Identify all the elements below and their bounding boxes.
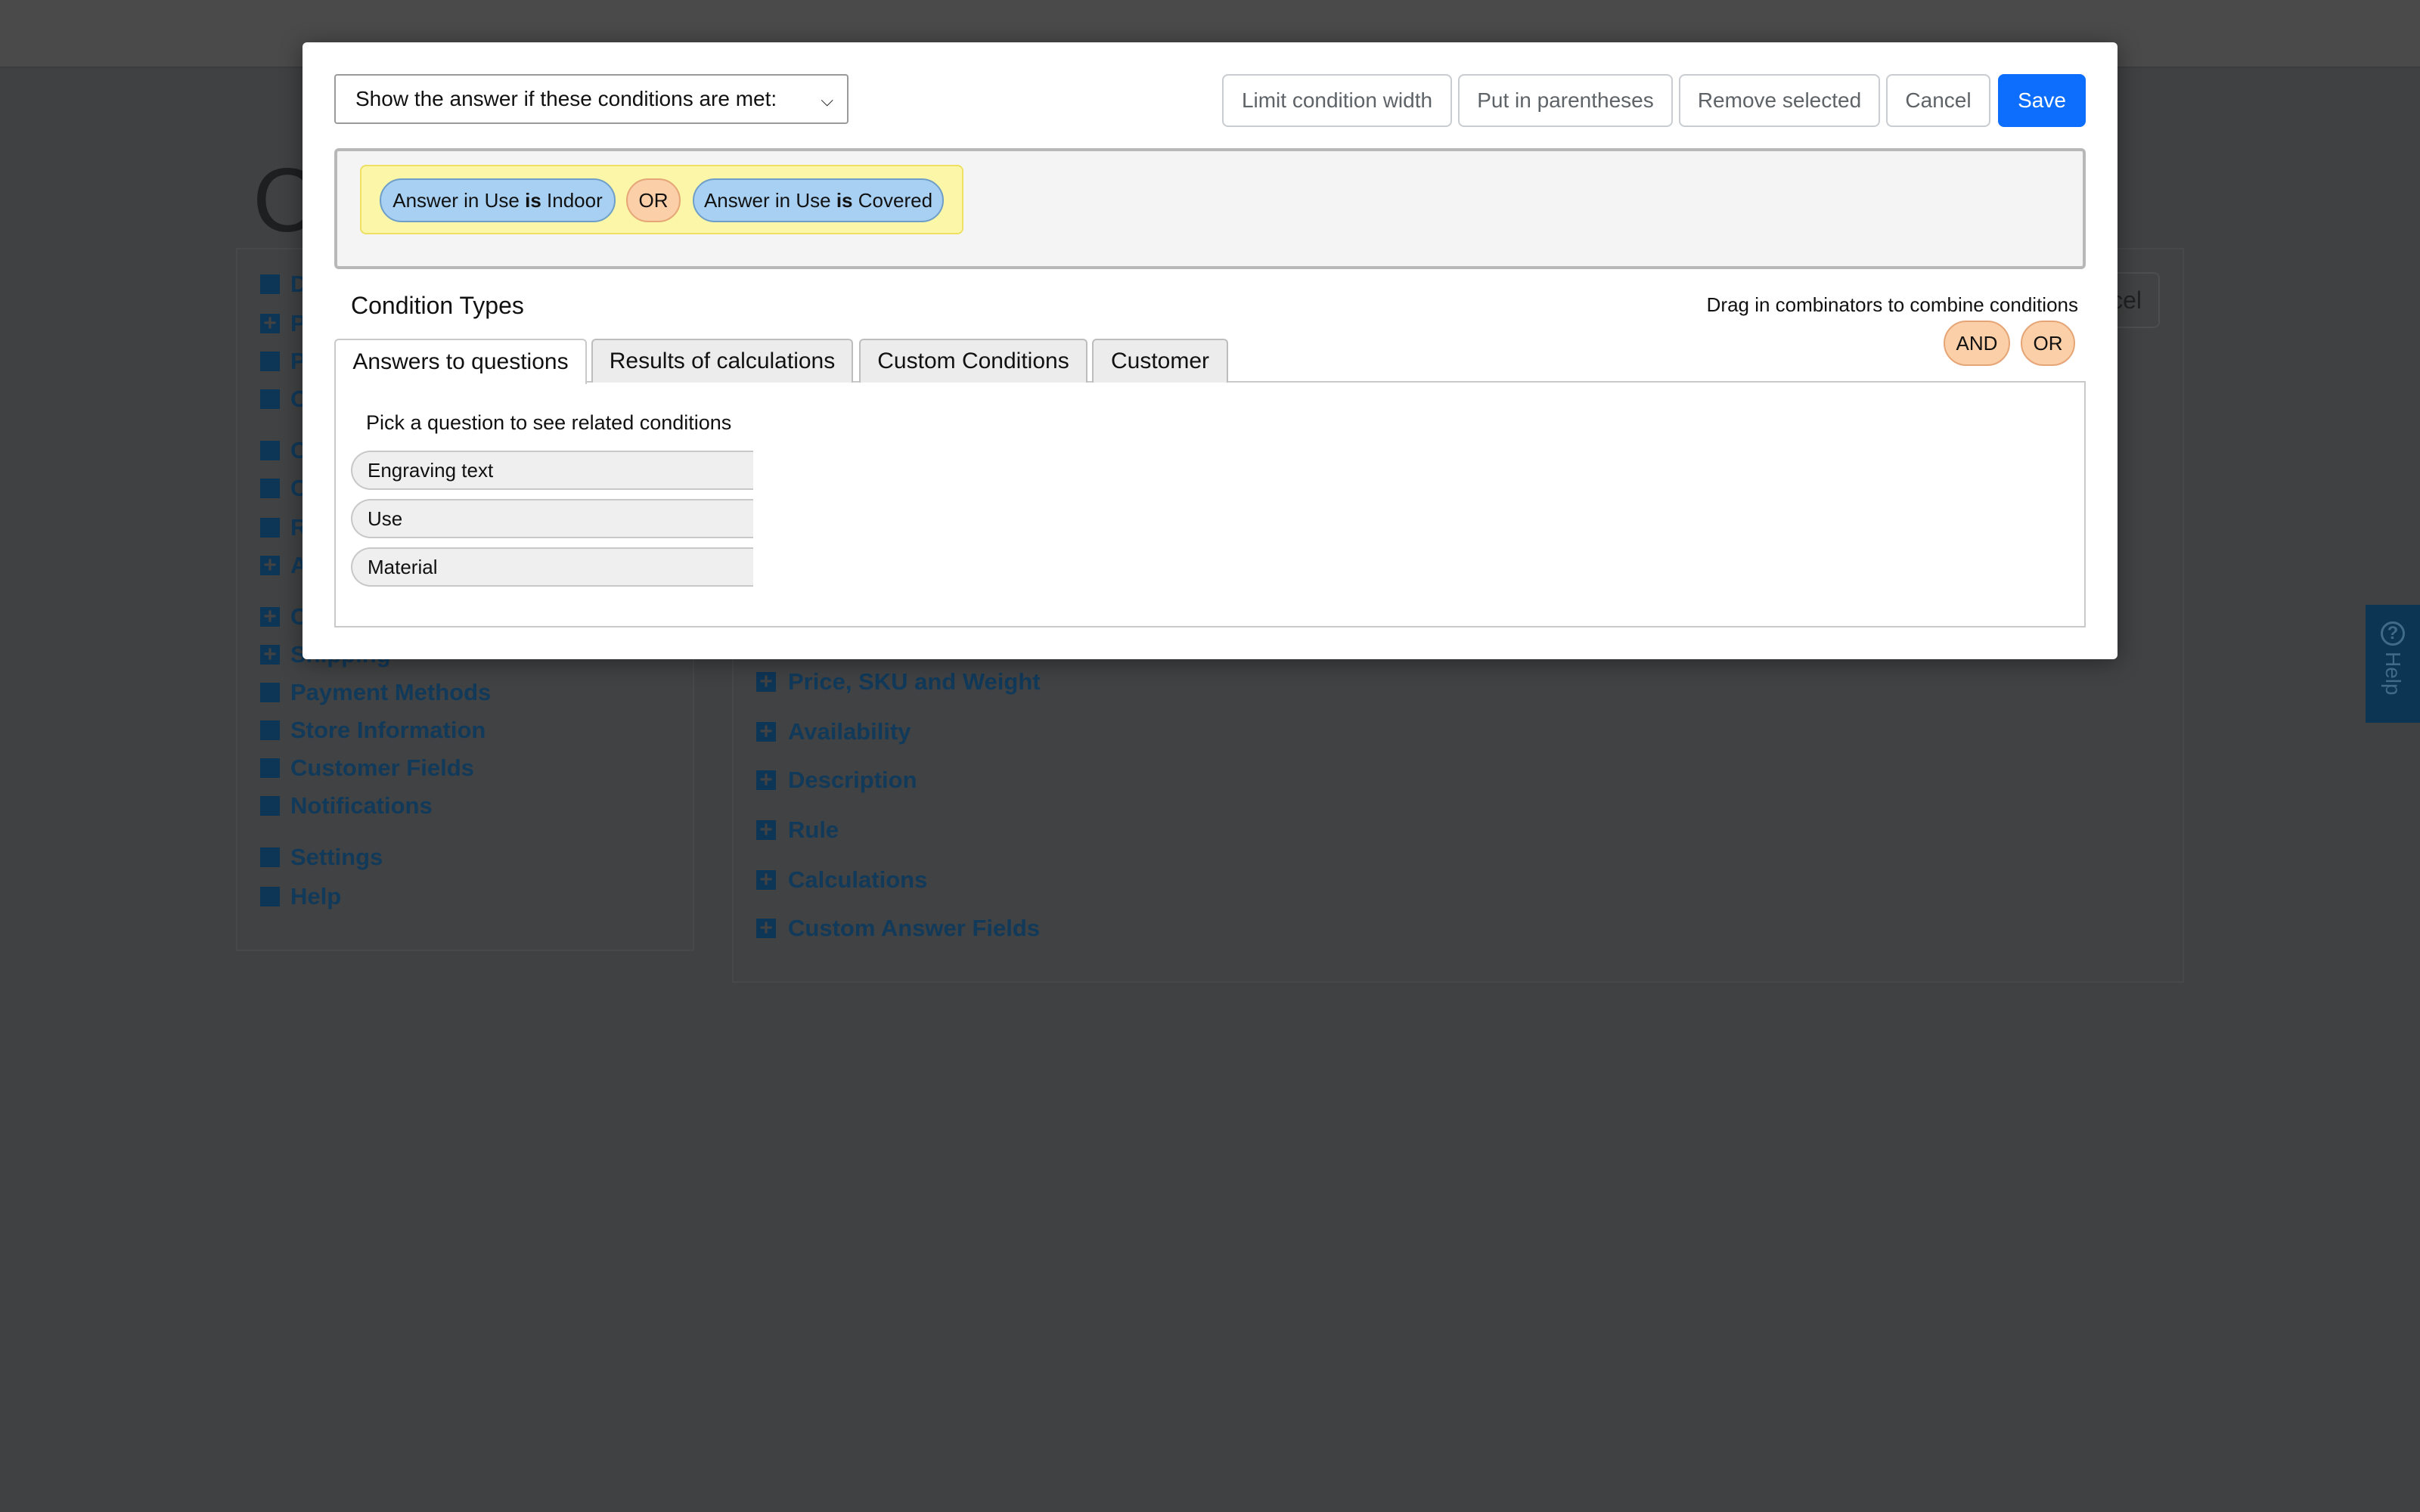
tab-customer[interactable]: Customer (1092, 339, 1228, 383)
condition-group[interactable]: Answer in Use is Indoor OR Answer in Use… (360, 165, 963, 234)
condition-types-title: Condition Types (351, 292, 524, 319)
question-circle-icon: ? (2381, 621, 2405, 646)
square-icon (260, 683, 280, 702)
plus-icon: + (260, 554, 280, 577)
tab-custom-conditions[interactable]: Custom Conditions (859, 339, 1087, 383)
plus-icon: + (756, 869, 776, 891)
question-item[interactable]: Use (351, 499, 753, 538)
condition-editor-modal: Show the answer if these conditions are … (302, 42, 2118, 659)
sidebar-item[interactable]: P (260, 348, 306, 375)
plus-icon: + (260, 606, 280, 628)
condition-chip[interactable]: Answer in Use is Indoor (380, 178, 616, 222)
put-in-parentheses-button[interactable]: Put in parentheses (1458, 74, 1673, 127)
plus-icon: + (756, 720, 776, 743)
square-icon (260, 758, 280, 778)
sidebar-item-customer-fields[interactable]: Customer Fields (260, 754, 474, 782)
section-custom-answer-fields[interactable]: + Custom Answer Fields (756, 915, 1040, 942)
square-icon (260, 479, 280, 498)
combinator-chip[interactable]: OR (626, 178, 681, 222)
sidebar-item[interactable]: + P (260, 310, 306, 337)
chevron-down-icon: ⌵ (821, 91, 833, 110)
section-calculations[interactable]: + Calculations (756, 866, 927, 894)
square-icon (260, 518, 280, 538)
sidebar-item-notifications[interactable]: Notifications (260, 792, 433, 820)
sidebar-item[interactable]: C (260, 475, 307, 502)
condition-canvas[interactable]: Answer in Use is Indoor OR Answer in Use… (334, 148, 2086, 269)
plus-icon: + (756, 671, 776, 693)
square-icon (260, 274, 280, 294)
remove-selected-button[interactable]: Remove selected (1679, 74, 1880, 127)
question-item[interactable]: Material (351, 547, 753, 587)
section-rule[interactable]: + Rule (756, 816, 839, 844)
sidebar-item[interactable]: O (260, 386, 309, 413)
cancel-button[interactable]: Cancel (1886, 74, 1990, 127)
or-combinator[interactable]: OR (2021, 321, 2075, 366)
sidebar-item-payment-methods[interactable]: Payment Methods (260, 679, 491, 706)
save-button[interactable]: Save (1998, 74, 2086, 127)
plus-icon: + (756, 819, 776, 841)
square-icon (260, 796, 280, 816)
help-tab[interactable]: ? Help (2366, 605, 2420, 723)
section-price-sku-weight[interactable]: + Price, SKU and Weight (756, 668, 1041, 696)
square-icon (260, 847, 280, 867)
square-icon (260, 720, 280, 740)
condition-chip[interactable]: Answer in Use is Covered (693, 178, 944, 222)
sidebar-item[interactable]: C (260, 437, 307, 464)
sidebar-item[interactable]: + C (260, 603, 307, 631)
and-combinator[interactable]: AND (1944, 321, 2010, 366)
tab-answers-to-questions[interactable]: Answers to questions (334, 339, 587, 384)
condition-mode-select[interactable]: Show the answer if these conditions are … (334, 74, 849, 124)
plus-icon: + (756, 917, 776, 940)
sidebar-item-store-information[interactable]: Store Information (260, 717, 486, 744)
pick-question-label: Pick a question to see related condition… (366, 411, 732, 434)
sidebar-item-settings[interactable]: Settings (260, 844, 383, 871)
square-icon (260, 441, 280, 460)
tab-results-of-calculations[interactable]: Results of calculations (591, 339, 853, 383)
plus-icon: + (756, 769, 776, 792)
plus-icon: + (260, 643, 280, 666)
square-icon (260, 389, 280, 409)
sidebar-item[interactable]: D (260, 271, 307, 298)
sidebar-item[interactable]: R (260, 514, 307, 541)
sidebar-item[interactable]: + A (260, 552, 307, 579)
plus-icon: + (260, 312, 280, 335)
square-icon (260, 352, 280, 371)
question-item[interactable]: Engraving text (351, 451, 753, 490)
drag-hint: Drag in combinators to combine condition… (1706, 293, 2078, 316)
square-icon (260, 887, 280, 906)
sidebar-item-help[interactable]: Help (260, 883, 341, 910)
section-description[interactable]: + Description (756, 767, 917, 794)
section-availability[interactable]: + Availability (756, 718, 911, 745)
limit-condition-width-button[interactable]: Limit condition width (1222, 74, 1452, 127)
